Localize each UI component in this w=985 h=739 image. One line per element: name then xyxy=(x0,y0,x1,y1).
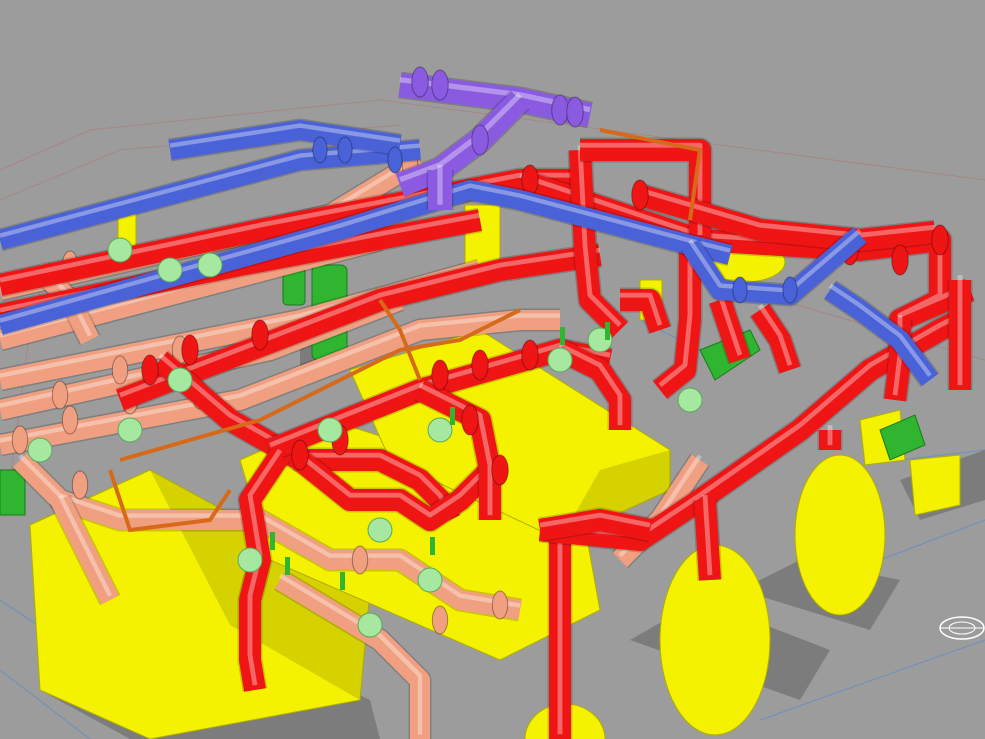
view-cube-icon[interactable] xyxy=(939,616,985,640)
pipe-model-scene xyxy=(0,66,985,739)
3d-viewport[interactable] xyxy=(0,0,985,739)
